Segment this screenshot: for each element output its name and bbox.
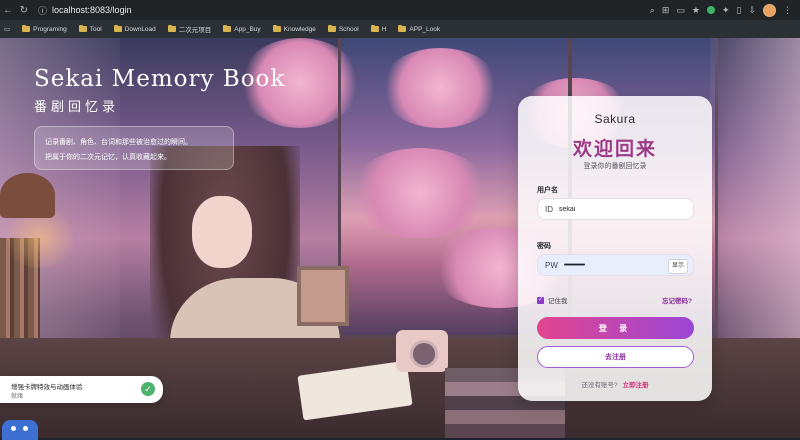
no-account-text: 还没有账号? bbox=[581, 382, 618, 389]
profile-avatar[interactable] bbox=[763, 3, 776, 17]
tab-search-icon[interactable]: ▭ bbox=[4, 25, 10, 33]
extensions-icon[interactable]: ✦ bbox=[722, 5, 730, 16]
translate-icon[interactable]: ⊞ bbox=[662, 5, 670, 16]
back-icon[interactable]: ← bbox=[0, 5, 16, 16]
bookmark-acg-projects[interactable]: 二次元项目 bbox=[167, 24, 212, 34]
desk-lamp bbox=[0, 173, 55, 218]
folder-icon bbox=[167, 24, 176, 32]
remember-label: 记住我 bbox=[548, 298, 568, 305]
bookmark-knowledge[interactable]: Knowledge bbox=[272, 24, 316, 33]
show-password-button[interactable]: 显示 bbox=[667, 259, 688, 274]
url-text[interactable]: localhost:8083/login bbox=[52, 5, 132, 15]
login-button[interactable]: 登 录 bbox=[537, 317, 694, 339]
toast-title: 增强卡牌特效与动画体验 bbox=[11, 384, 83, 391]
search-icon[interactable]: ⌕ bbox=[650, 5, 655, 16]
star-icon[interactable]: ★ bbox=[692, 5, 700, 16]
password-input[interactable]: •••••••••••••• bbox=[564, 262, 585, 269]
folder-icon bbox=[113, 24, 122, 32]
register-now-link[interactable]: 立即注册 bbox=[622, 382, 648, 389]
bookmark-h[interactable]: H bbox=[370, 24, 387, 33]
hero-desc-line: 把属于你的二次元记忆，认真收藏起来。 bbox=[45, 154, 171, 161]
side-panel-icon[interactable]: ▯ bbox=[737, 5, 742, 16]
username-field[interactable]: ID bbox=[537, 198, 694, 220]
register-button[interactable]: 去注册 bbox=[537, 346, 694, 368]
folder-icon bbox=[223, 24, 232, 32]
menu-icon[interactable]: ⋮ bbox=[783, 5, 792, 16]
forgot-password-link[interactable]: 忘记密码? bbox=[662, 295, 692, 305]
bookmark-label: DownLoad bbox=[124, 25, 156, 33]
remember-me[interactable]: ✓ 记住我 bbox=[537, 295, 568, 305]
bookmark-label: App_Buy bbox=[234, 25, 261, 33]
username-prefix: ID bbox=[545, 204, 553, 214]
login-card: Sakura 欢迎回来 登录你的番剧回忆录 用户名 ID 密码 PW •••••… bbox=[518, 96, 712, 401]
bookmark-school[interactable]: School bbox=[327, 24, 359, 33]
welcome-title: 欢迎回来 bbox=[572, 139, 657, 160]
username-input[interactable] bbox=[559, 205, 659, 213]
bookmark-app-buy[interactable]: App_Buy bbox=[223, 24, 261, 33]
photo-frame bbox=[297, 266, 349, 326]
password-label: 密码 bbox=[537, 243, 551, 250]
folder-icon bbox=[327, 24, 336, 32]
bookmark-download[interactable]: DownLoad bbox=[113, 24, 156, 33]
username-label: 用户名 bbox=[537, 187, 558, 194]
downloads-icon[interactable]: ⇩ bbox=[748, 5, 756, 16]
check-icon: ✓ bbox=[141, 382, 155, 396]
reload-icon[interactable]: ↻ bbox=[16, 5, 32, 16]
hero-title: Sekai Memory Book bbox=[34, 66, 286, 92]
folder-icon bbox=[398, 24, 407, 32]
camera-prop bbox=[396, 330, 448, 372]
bookmarks-bar: ▭ Programing Tool DownLoad 二次元项目 App_Buy… bbox=[0, 20, 800, 38]
site-info-icon[interactable]: ⓘ bbox=[38, 4, 47, 17]
welcome-subtitle: 登录你的番剧回忆录 bbox=[583, 163, 647, 170]
bookmark-label: H bbox=[381, 25, 387, 33]
folder-icon bbox=[370, 24, 379, 32]
bookmark-tool[interactable]: Tool bbox=[78, 24, 102, 33]
girl-face bbox=[192, 196, 252, 268]
brand-name: Sakura bbox=[594, 112, 636, 126]
hero-description: 记录番剧、角色、台词和那些被治愈过的瞬间。 把属于你的二次元记忆，认真收藏起来。 bbox=[34, 126, 234, 170]
status-toast: 增强卡牌特效与动画体验 就绪 ✓ bbox=[0, 376, 163, 403]
bookmark-label: Programing bbox=[33, 25, 67, 33]
bookmark-label: APP_Look bbox=[409, 25, 441, 33]
hero-subtitle: 番剧回忆录 bbox=[34, 99, 120, 114]
no-account-row: 还没有账号? 立即注册 bbox=[518, 379, 712, 389]
extension-icon[interactable] bbox=[706, 6, 715, 14]
hero-desc-line: 记录番剧、角色、台词和那些被治愈过的瞬间。 bbox=[45, 139, 192, 146]
bookmark-label: Tool bbox=[89, 25, 102, 33]
bookmark-app-look[interactable]: APP_Look bbox=[398, 24, 441, 33]
address-bar[interactable]: ⓘ localhost:8083/login bbox=[38, 4, 650, 17]
folder-icon bbox=[22, 24, 31, 32]
toast-status: 就绪 bbox=[11, 394, 24, 400]
bookmark-label: 二次元项目 bbox=[178, 27, 212, 34]
folder-icon bbox=[78, 24, 87, 32]
browser-actions: ⌕ ⊞ ▭ ★ ✦ ▯ ⇩ ⋮ bbox=[650, 3, 800, 17]
bookmark-label: School bbox=[338, 25, 359, 33]
password-prefix: PW bbox=[545, 260, 558, 270]
bookmark-programing[interactable]: Programing bbox=[22, 24, 67, 33]
cast-icon[interactable]: ▭ bbox=[676, 5, 685, 16]
browser-toolbar: ← ↻ ⓘ localhost:8083/login ⌕ ⊞ ▭ ★ ✦ ▯ ⇩… bbox=[0, 0, 800, 20]
folder-icon bbox=[272, 24, 281, 32]
bookmark-label: Knowledge bbox=[283, 25, 316, 33]
remember-checkbox[interactable]: ✓ bbox=[537, 296, 544, 304]
password-field[interactable]: PW •••••••••••••• 显示 bbox=[537, 254, 694, 276]
mascot-icon[interactable] bbox=[2, 420, 38, 440]
